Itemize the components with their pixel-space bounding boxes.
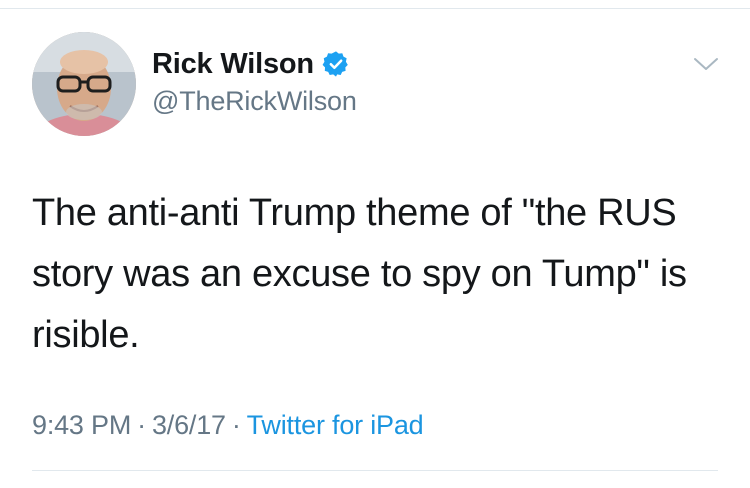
tweet-meta: 9:43 PM · 3/6/17 · Twitter for iPad bbox=[32, 410, 424, 441]
tweet-date[interactable]: 3/6/17 bbox=[152, 410, 226, 440]
display-name[interactable]: Rick Wilson bbox=[152, 48, 314, 81]
tweet-card: Rick Wilson @TheRickWilson The anti-anti… bbox=[0, 0, 750, 488]
bottom-divider bbox=[32, 470, 718, 471]
meta-separator: · bbox=[137, 410, 146, 440]
avatar-image bbox=[32, 32, 136, 136]
user-handle[interactable]: @TheRickWilson bbox=[152, 86, 357, 117]
meta-separator: · bbox=[231, 410, 241, 440]
avatar[interactable] bbox=[32, 32, 136, 136]
chevron-down-icon[interactable] bbox=[692, 54, 720, 74]
top-divider bbox=[0, 8, 750, 9]
tweet-source-link[interactable]: Twitter for iPad bbox=[247, 410, 424, 440]
tweet-time[interactable]: 9:43 PM bbox=[32, 410, 131, 440]
tweet-text: The anti-anti Trump theme of "the RUS st… bbox=[32, 192, 687, 356]
verified-badge-icon bbox=[322, 50, 350, 78]
tweet-header: Rick Wilson @TheRickWilson bbox=[152, 44, 357, 117]
name-row: Rick Wilson bbox=[152, 44, 357, 84]
